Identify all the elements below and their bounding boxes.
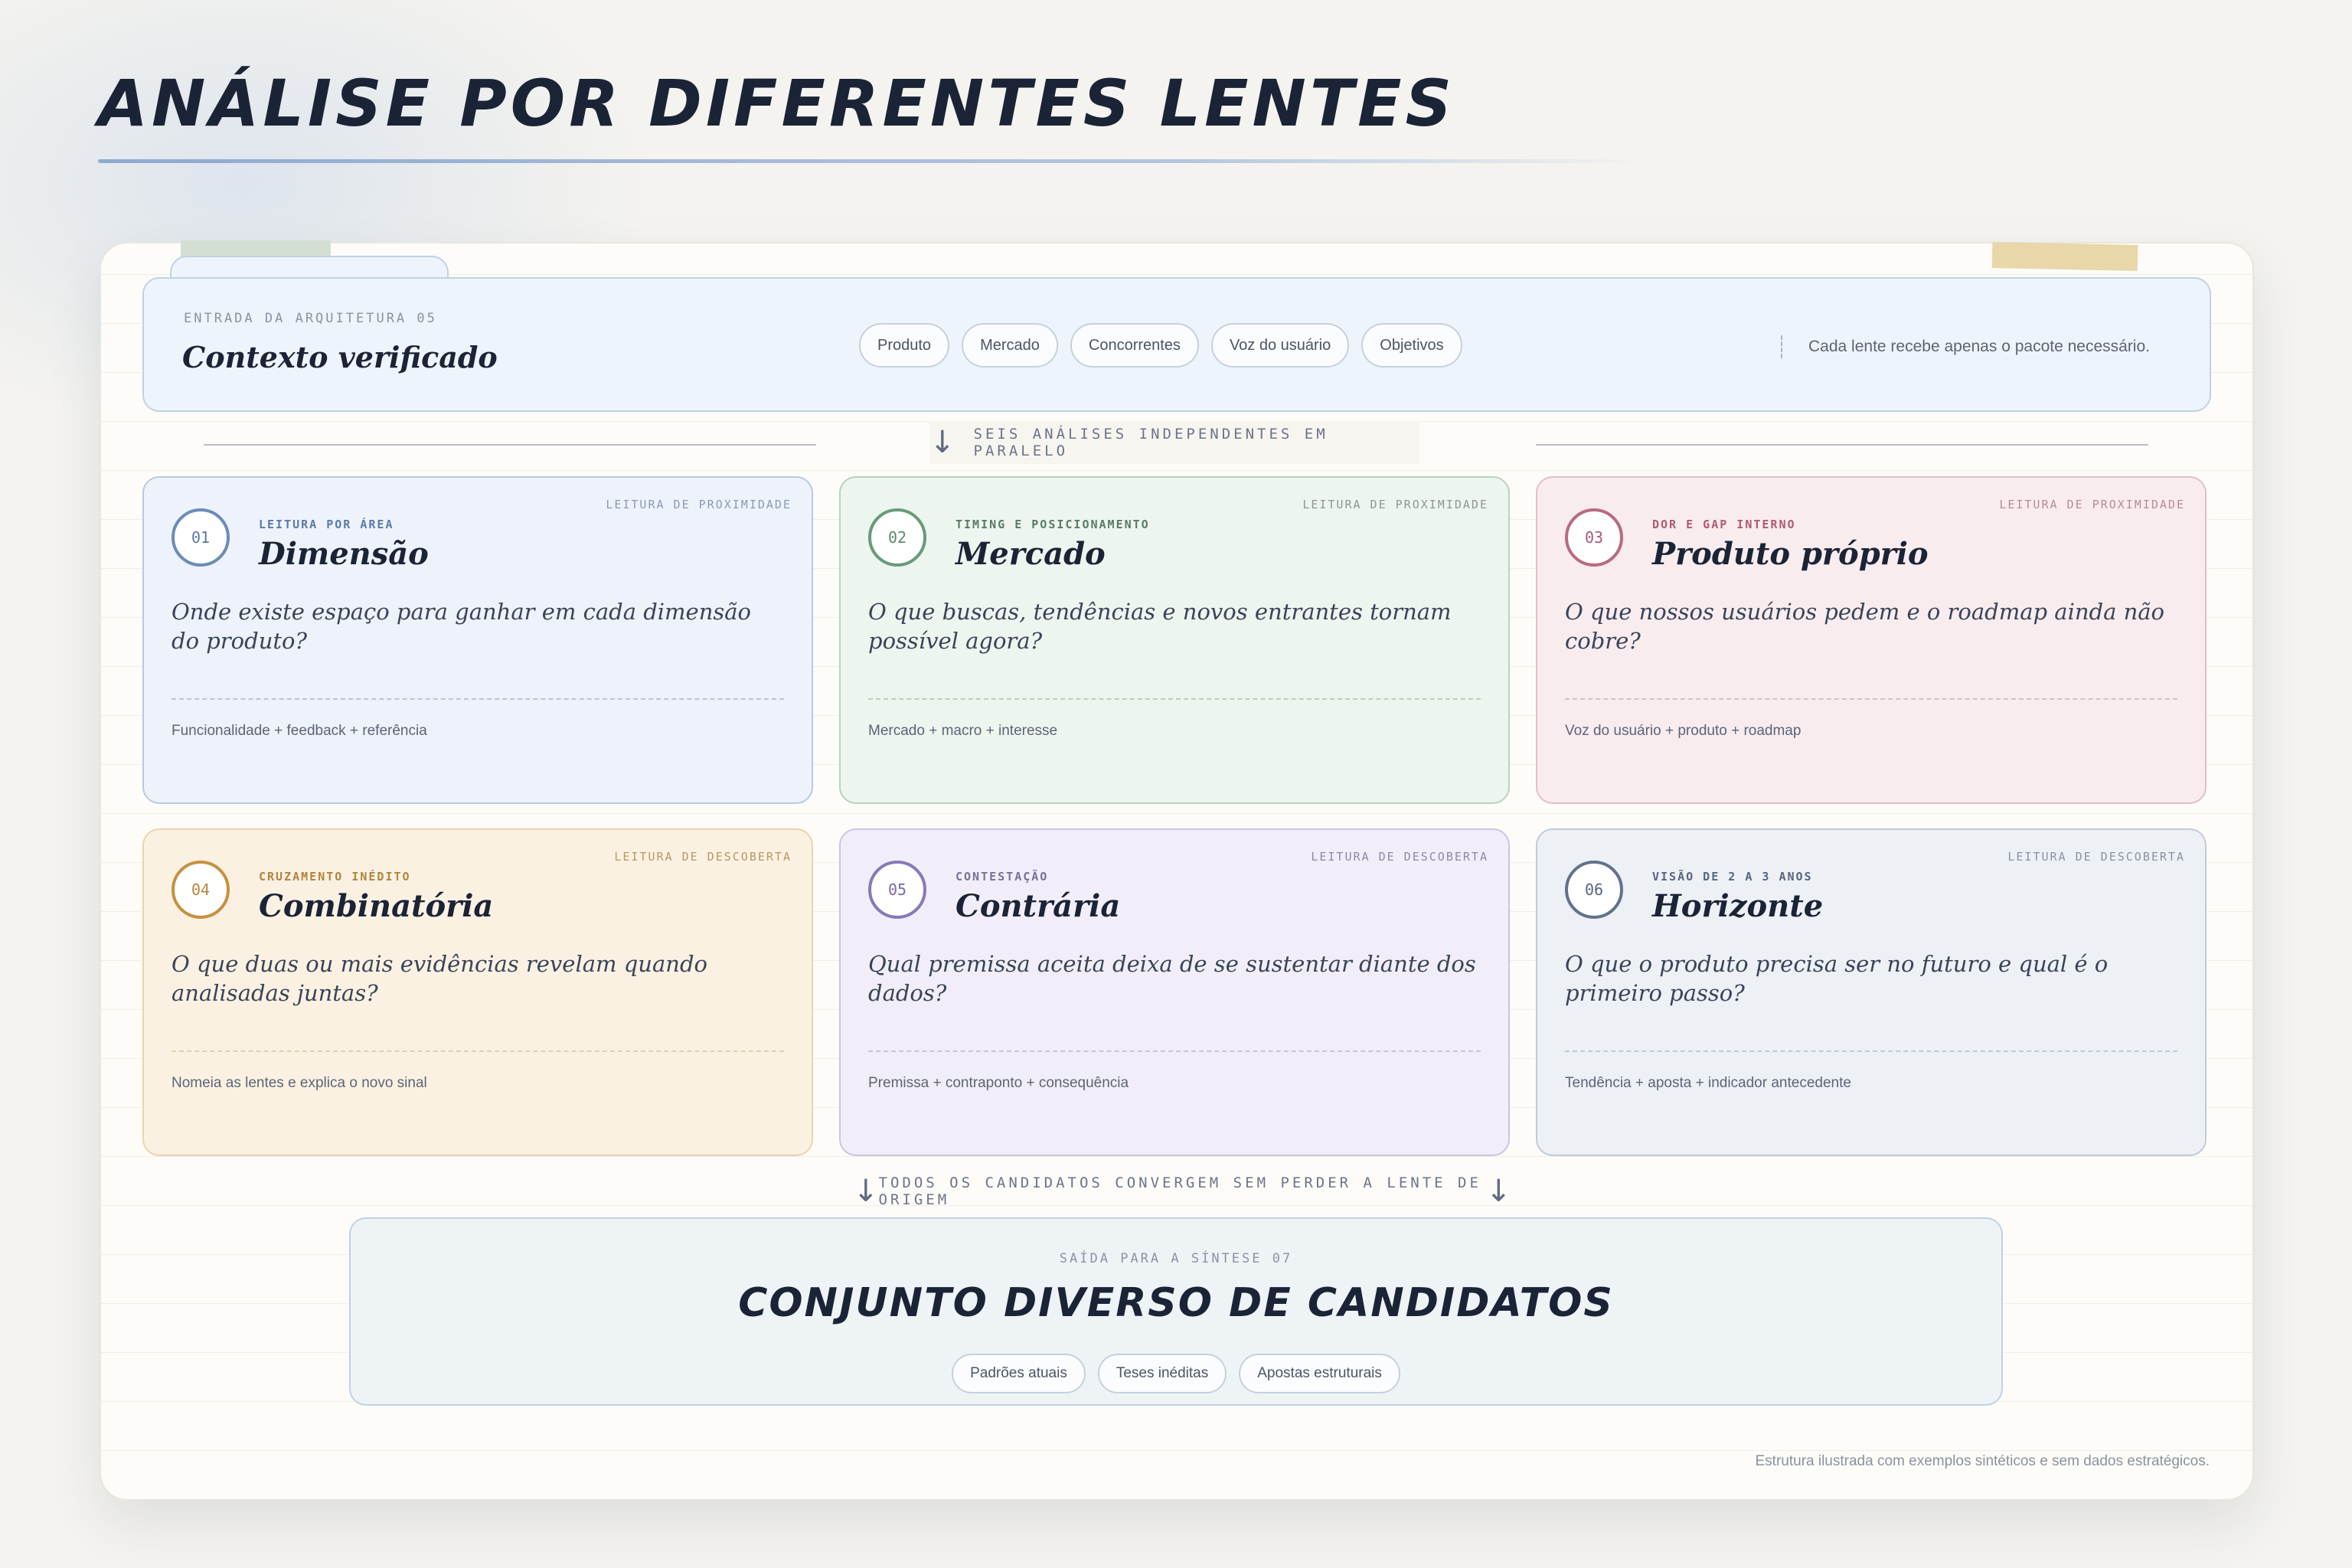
lens-kicker: CONTESTAÇÃO (956, 870, 1049, 884)
lens-divider (868, 698, 1481, 700)
context-chip-voz-do-usuario: Voz do usuário (1210, 323, 1350, 368)
output-chip-list: Padrões atuais Teses inéditas Apostas es… (351, 1354, 2001, 1393)
lens-kicker: TIMING E POSICIONAMENTO (956, 518, 1150, 531)
context-title: Contexto verificado (182, 340, 498, 374)
lens-question: O que duas ou mais evidências revelam qu… (172, 951, 707, 1006)
lens-kicker: LEITURA POR ÁREA (259, 518, 394, 531)
converge-connector: ↓ TODOS OS CANDIDATOS CONVERGEM SEM PERD… (853, 1173, 1511, 1210)
lens-number-badge: 04 (172, 861, 230, 919)
tape-decoration-right (1991, 242, 2138, 271)
lens-sources: Funcionalidade + feedback + referência (172, 723, 427, 739)
lens-number-badge: 02 (868, 508, 926, 567)
output-panel: SAÍDA PARA A SÍNTESE 07 CONJUNTO DIVERSO… (349, 1217, 2003, 1406)
lens-title: Horizonte (1652, 888, 1824, 924)
output-chip-padroes-atuais: Padrões atuais (952, 1354, 1086, 1393)
context-chip-concorrentes: Concorrentes (1070, 323, 1199, 368)
lens-reading-tag: LEITURA DE DESCOBERTA (2007, 850, 2185, 864)
lens-divider (172, 1050, 784, 1052)
lens-question: Onde existe espaço para ganhar em cada d… (172, 599, 752, 654)
lens-reading-tag: LEITURA DE PROXIMIDADE (1302, 498, 1488, 511)
lens-title: Produto próprio (1652, 536, 1929, 572)
lens-number-badge: 06 (1565, 861, 1623, 919)
context-chip-list: Produto Mercado Concorrentes Voz do usuá… (859, 323, 1462, 368)
lens-question: O que nossos usuários pedem e o roadmap … (1565, 599, 2165, 654)
lens-sources: Mercado + macro + interesse (868, 723, 1058, 739)
parallel-line-left (204, 444, 816, 446)
lens-sources: Premissa + contraponto + consequência (868, 1075, 1129, 1091)
lens-reading-tag: LEITURA DE DESCOBERTA (1311, 850, 1488, 864)
context-eyebrow: ENTRADA DA ARQUITETURA 05 (184, 311, 437, 326)
context-chip-mercado: Mercado (962, 323, 1058, 368)
context-chip-objetivos: Objetivos (1361, 323, 1462, 368)
lens-reading-tag: LEITURA DE DESCOBERTA (614, 850, 792, 864)
lens-sources: Tendência + aposta + indicador anteceden… (1565, 1075, 1851, 1091)
lens-title: Dimensão (259, 536, 429, 572)
down-arrow-icon: ↓ (1485, 1174, 1511, 1209)
lens-question: Qual premissa aceita deixa de se sustent… (868, 951, 1476, 1006)
lens-divider (1565, 1050, 2177, 1052)
title-underline (98, 159, 1645, 163)
parallel-label: SEIS ANÁLISES INDEPENDENTES EM PARALELO (973, 426, 1328, 459)
down-arrow-icon: ↓ (853, 1174, 879, 1209)
lens-kicker: DOR E GAP INTERNO (1652, 518, 1796, 531)
output-title: CONJUNTO DIVERSO DE CANDIDATOS (738, 1280, 1614, 1326)
page-title: ANÁLISE POR DIFERENTES LENTES (98, 66, 1456, 141)
lens-title: Combinatória (259, 888, 494, 924)
output-chip-apostas-estruturais: Apostas estruturais (1239, 1354, 1400, 1393)
lens-sources: Nomeia as lentes e explica o novo sinal (172, 1075, 427, 1091)
lens-number-badge: 01 (172, 508, 230, 567)
lens-reading-tag: LEITURA DE PROXIMIDADE (1999, 498, 2185, 511)
lens-question: O que buscas, tendências e novos entrant… (868, 599, 1452, 654)
lens-number-badge: 05 (868, 861, 926, 919)
lens-title: Contrária (956, 888, 1121, 924)
context-panel: ENTRADA DA ARQUITETURA 05 Contexto verif… (142, 277, 2211, 412)
context-note: Cada lente recebe apenas o pacote necess… (1781, 335, 2150, 358)
lens-card-produto-proprio: 03 DOR E GAP INTERNO LEITURA DE PROXIMID… (1536, 476, 2207, 804)
lens-card-dimensao: 01 LEITURA POR ÁREA LEITURA DE PROXIMIDA… (142, 476, 813, 804)
lens-reading-tag: LEITURA DE PROXIMIDADE (606, 498, 792, 511)
lens-card-horizonte: 06 VISÃO DE 2 A 3 ANOS LEITURA DE DESCOB… (1536, 828, 2207, 1156)
converge-label: TODOS OS CANDIDATOS CONVERGEM SEM PERDER… (878, 1174, 1481, 1208)
tape-decoration-left (181, 240, 331, 257)
footnote: Estrutura ilustrada com exemplos sintéti… (1755, 1453, 2210, 1469)
lens-divider (172, 698, 784, 700)
parallel-connector: ↓ SEIS ANÁLISES INDEPENDENTES EM PARALEL… (929, 421, 1419, 464)
lens-number-badge: 03 (1565, 508, 1623, 567)
down-arrow-icon: ↓ (929, 425, 956, 460)
lens-card-contraria: 05 CONTESTAÇÃO LEITURA DE DESCOBERTA Con… (839, 828, 1510, 1156)
lens-title: Mercado (956, 536, 1106, 572)
output-eyebrow: SAÍDA PARA A SÍNTESE 07 (1059, 1251, 1293, 1266)
lens-card-combinatoria: 04 CRUZAMENTO INÉDITO LEITURA DE DESCOBE… (142, 828, 813, 1156)
context-chip-produto: Produto (859, 323, 950, 368)
lens-divider (868, 1050, 1481, 1052)
lens-question: O que o produto precisa ser no futuro e … (1565, 951, 2109, 1006)
lens-divider (1565, 698, 2177, 700)
output-chip-teses-ineditas: Teses inéditas (1097, 1354, 1227, 1393)
parallel-line-right (1536, 444, 2148, 446)
lens-card-mercado: 02 TIMING E POSICIONAMENTO LEITURA DE PR… (839, 476, 1510, 804)
lens-kicker: CRUZAMENTO INÉDITO (259, 870, 411, 884)
lens-sources: Voz do usuário + produto + roadmap (1565, 723, 1802, 739)
lens-kicker: VISÃO DE 2 A 3 ANOS (1652, 870, 1813, 884)
